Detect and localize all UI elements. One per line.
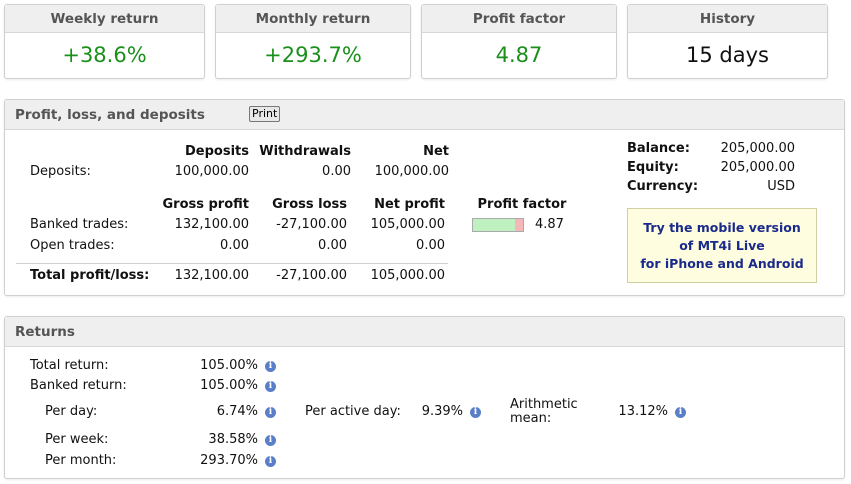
per-day-info-icon[interactable]: i xyxy=(265,407,276,418)
profit-loss-title: Profit, loss, and deposits xyxy=(15,107,205,123)
arithmetic-mean-label-line1: Arithmetic xyxy=(510,397,578,412)
history-card: History 15 days xyxy=(627,4,828,79)
profit-factor-label: Profit factor xyxy=(422,5,616,33)
per-month-info-icon[interactable]: i xyxy=(265,456,276,467)
balance-value: 205,000.00 xyxy=(720,141,795,156)
banked-profit-factor: 4.87 xyxy=(535,217,564,232)
monthly-return-label: Monthly return xyxy=(216,5,410,33)
total-return-value: 105.00% xyxy=(200,358,258,373)
profit-factor-bar-fill xyxy=(473,219,515,231)
total-divider xyxy=(16,263,448,264)
monthly-return-card: Monthly return +293.7% xyxy=(215,4,411,79)
total-net-profit: 105,000.00 xyxy=(370,268,445,283)
banked-return-label: Banked return: xyxy=(30,378,127,393)
weekly-return-value: +38.6% xyxy=(62,43,147,67)
history-value: 15 days xyxy=(686,43,769,67)
arithmetic-mean-value: 13.12% xyxy=(618,404,668,419)
monthly-return-value: +293.7% xyxy=(264,43,362,67)
profit-factor-card: Profit factor 4.87 xyxy=(421,4,617,79)
profit-factor-header: Profit factor xyxy=(477,197,567,212)
equity-value: 205,000.00 xyxy=(720,160,795,175)
gross-loss-header: Gross loss xyxy=(272,197,347,212)
per-active-day-value: 9.39% xyxy=(421,404,463,419)
banked-return-info-icon[interactable]: i xyxy=(265,381,276,392)
arithmetic-mean-label-line2: mean: xyxy=(510,411,552,426)
total-gross-profit: 132,100.00 xyxy=(174,268,249,283)
promo-line-2: of MT4i Live xyxy=(679,238,765,253)
per-month-label: Per month: xyxy=(45,453,117,468)
deposits-row-label: Deposits: xyxy=(30,164,91,179)
open-gross-profit: 0.00 xyxy=(220,238,249,253)
net-header: Net xyxy=(423,144,449,159)
per-week-info-icon[interactable]: i xyxy=(265,435,276,446)
profit-factor-value: 4.87 xyxy=(495,43,543,67)
withdrawals-value: 0.00 xyxy=(322,164,351,179)
promo-line-3: for iPhone and Android xyxy=(640,256,804,271)
withdrawals-header: Withdrawals xyxy=(259,144,351,159)
gross-profit-header: Gross profit xyxy=(162,197,249,212)
profit-loss-panel: Profit, loss, and deposits Print Deposit… xyxy=(4,99,845,296)
net-value: 100,000.00 xyxy=(374,164,449,179)
returns-header: Returns xyxy=(5,317,844,347)
balance-label: Balance: xyxy=(627,141,690,156)
profit-loss-header: Profit, loss, and deposits Print xyxy=(5,100,844,130)
currency-label: Currency: xyxy=(627,179,699,194)
arithmetic-mean-label: Arithmetic mean: xyxy=(510,398,578,426)
total-gross-loss: -27,100.00 xyxy=(276,268,347,283)
per-day-label: Per day: xyxy=(45,404,98,419)
total-return-info-icon[interactable]: i xyxy=(265,361,276,372)
arithmetic-mean-info-icon[interactable]: i xyxy=(675,407,686,418)
banked-net-profit: 105,000.00 xyxy=(370,217,445,232)
returns-title: Returns xyxy=(15,324,75,340)
deposits-header: Deposits xyxy=(185,144,249,159)
mobile-promo-link[interactable]: Try the mobile version of MT4i Live for … xyxy=(627,208,817,283)
net-profit-header: Net profit xyxy=(374,197,445,212)
per-active-day-label: Per active day: xyxy=(305,404,401,419)
per-day-value: 6.74% xyxy=(216,404,258,419)
profit-factor-bar xyxy=(472,218,524,232)
banked-trades-label: Banked trades: xyxy=(30,217,129,232)
open-gross-loss: 0.00 xyxy=(318,238,347,253)
open-net-profit: 0.00 xyxy=(416,238,445,253)
open-trades-label: Open trades: xyxy=(30,238,115,253)
promo-line-1: Try the mobile version xyxy=(643,220,801,235)
print-button[interactable]: Print xyxy=(249,106,281,122)
currency-value: USD xyxy=(767,179,795,194)
returns-panel: Returns Total return: 105.00% i Banked r… xyxy=(4,316,845,479)
banked-gross-loss: -27,100.00 xyxy=(276,217,347,232)
banked-gross-profit: 132,100.00 xyxy=(174,217,249,232)
weekly-return-label: Weekly return xyxy=(5,5,204,33)
per-active-day-info-icon[interactable]: i xyxy=(470,407,481,418)
per-week-value: 38.58% xyxy=(208,432,258,447)
total-return-label: Total return: xyxy=(30,358,109,373)
deposits-value: 100,000.00 xyxy=(174,164,249,179)
equity-label: Equity: xyxy=(627,160,679,175)
weekly-return-card: Weekly return +38.6% xyxy=(4,4,205,79)
total-pl-label: Total profit/loss: xyxy=(30,268,150,283)
per-week-label: Per week: xyxy=(45,432,109,447)
history-label: History xyxy=(628,5,827,33)
banked-return-value: 105.00% xyxy=(200,378,258,393)
per-month-value: 293.70% xyxy=(200,453,258,468)
